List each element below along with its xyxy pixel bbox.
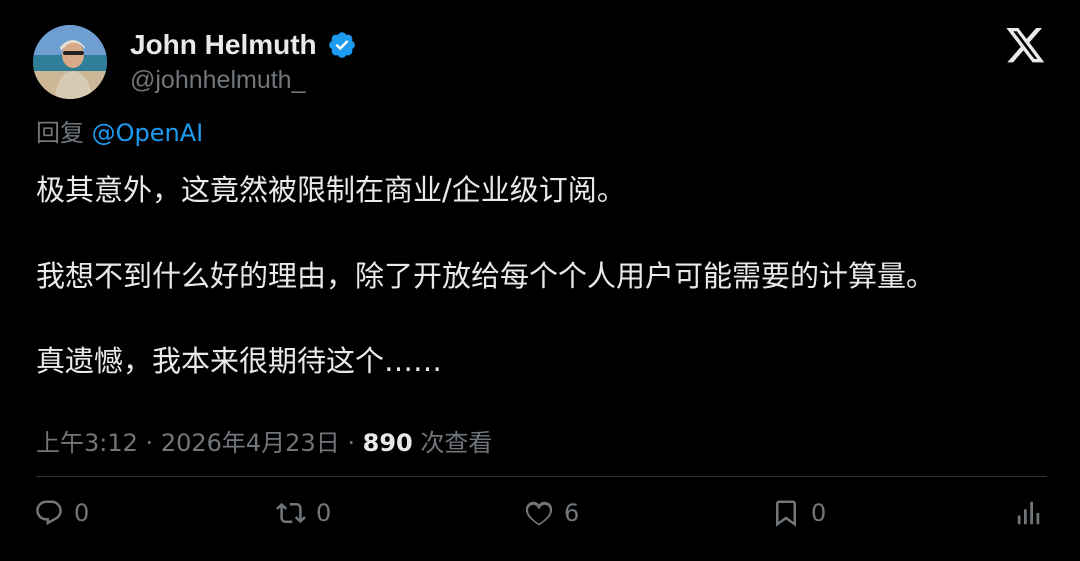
reply-button[interactable]: 0	[34, 495, 89, 531]
divider	[36, 476, 1047, 477]
stats-icon	[1017, 501, 1040, 525]
author-handle[interactable]: @johnhelmuth_	[130, 66, 306, 95]
repost-button[interactable]: 0	[276, 495, 331, 531]
like-count: 6	[564, 499, 580, 527]
meta-separator: ·	[347, 429, 355, 457]
heart-icon	[525, 501, 553, 526]
tweet-text-line: 真遗憾，我本来很期待这个……	[36, 344, 443, 378]
verified-badge-icon	[328, 32, 355, 58]
author-display-name[interactable]: John Helmuth	[130, 29, 317, 61]
bookmark-button[interactable]: 0	[771, 495, 826, 531]
stats-button[interactable]	[1014, 495, 1044, 531]
bookmark-count: 0	[811, 499, 827, 527]
tweet-card: John Helmuth @johnhelmuth_ 回复 @OpenAI 极其…	[0, 0, 1080, 561]
reply-context: 回复 @OpenAI	[36, 113, 203, 148]
bookmark-icon	[776, 500, 796, 527]
tweet-meta: 上午3:12 · 2026年4月23日 · 890 次查看	[36, 423, 492, 458]
meta-separator: ·	[145, 429, 154, 457]
tweet-date[interactable]: 2026年4月23日	[161, 429, 340, 457]
tweet-time[interactable]: 上午3:12	[36, 429, 138, 457]
repost-icon	[276, 502, 306, 524]
tweet-text-line: 我想不到什么好的理由，除了开放给每个个人用户可能需要的计算量。	[36, 259, 936, 293]
reply-count: 0	[74, 499, 90, 527]
like-button[interactable]: 6	[524, 495, 579, 531]
views-count: 890	[362, 429, 413, 457]
reply-mention-link[interactable]: @OpenAI	[92, 119, 204, 147]
tweet-text-line: 极其意外，这竟然被限制在商业/企业级订阅。	[36, 173, 626, 207]
action-bar: 0 0 6 0	[0, 495, 1080, 531]
author-name-row: John Helmuth	[130, 27, 357, 63]
x-logo-icon	[1006, 28, 1045, 63]
views-label: 次查看	[420, 429, 493, 457]
avatar[interactable]	[33, 25, 107, 99]
repost-count: 0	[316, 499, 332, 527]
reply-prefix: 回复	[36, 119, 84, 147]
reply-icon	[36, 500, 62, 526]
